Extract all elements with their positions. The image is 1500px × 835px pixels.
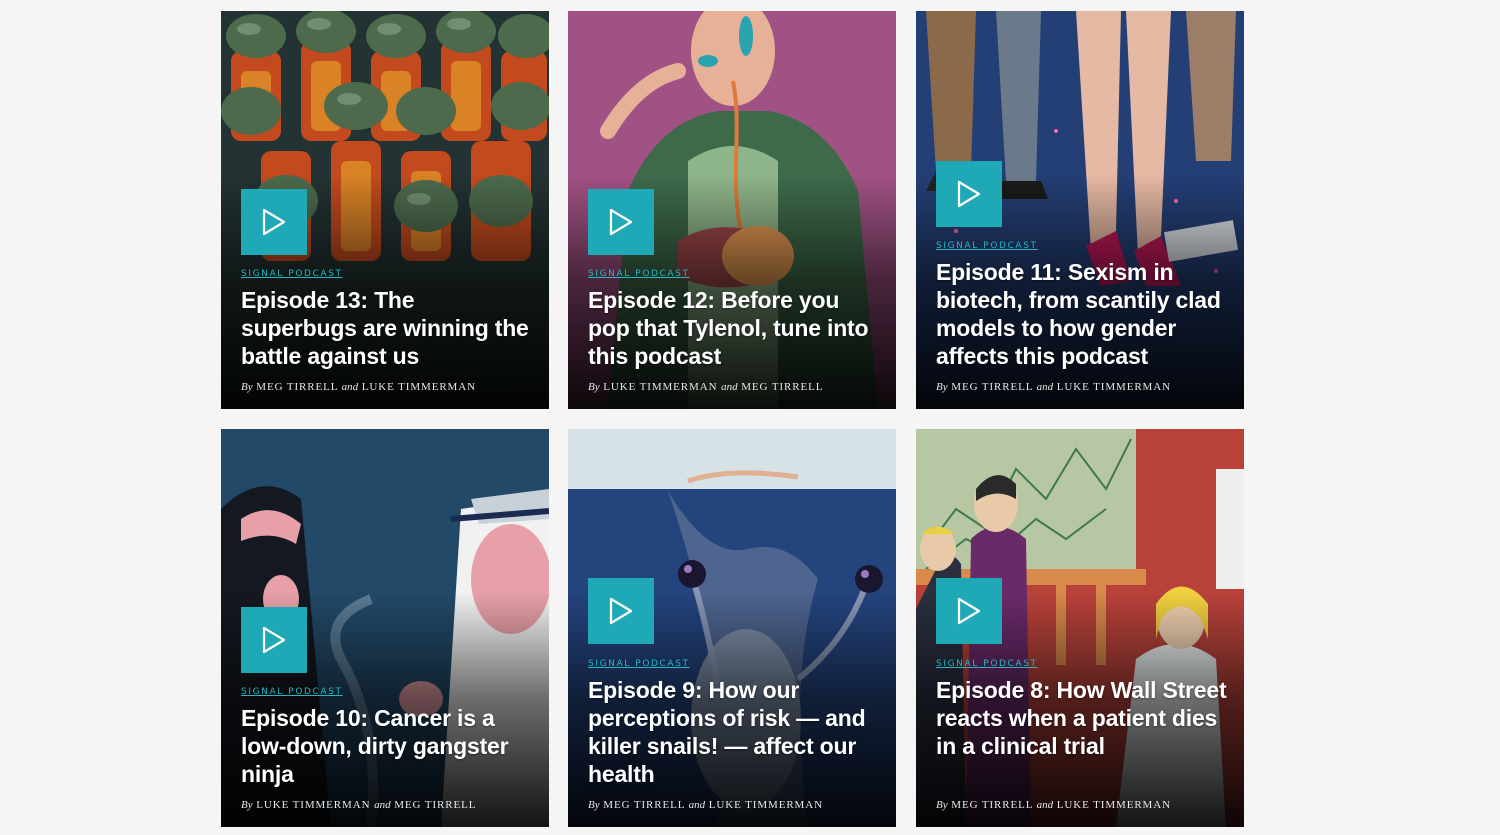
- kicker-label[interactable]: SIGNAL PODCAST: [241, 687, 343, 697]
- byline: By LUKE TIMMERMAN and MEG TIRRELL: [241, 799, 476, 811]
- kicker-label[interactable]: SIGNAL PODCAST: [936, 659, 1038, 669]
- author-name[interactable]: MEG TIRRELL: [741, 381, 823, 393]
- episode-card-13[interactable]: SIGNAL PODCAST Episode 13: The superbugs…: [221, 11, 549, 409]
- byline-and: and: [374, 799, 391, 811]
- episode-title[interactable]: Episode 13: The superbugs are winning th…: [241, 286, 535, 370]
- byline-by: By: [936, 381, 948, 393]
- byline: By MEG TIRRELL and LUKE TIMMERMAN: [936, 799, 1171, 811]
- author-name[interactable]: LUKE TIMMERMAN: [1057, 381, 1171, 393]
- author-name[interactable]: LUKE TIMMERMAN: [362, 381, 476, 393]
- kicker-label[interactable]: SIGNAL PODCAST: [588, 269, 690, 279]
- play-icon: [262, 208, 286, 236]
- play-button[interactable]: [241, 607, 307, 673]
- byline-and: and: [1036, 799, 1054, 811]
- author-name[interactable]: MEG TIRRELL: [951, 799, 1033, 811]
- author-name[interactable]: LUKE TIMMERMAN: [603, 381, 717, 393]
- author-name[interactable]: MEG TIRRELL: [951, 381, 1033, 393]
- byline: By LUKE TIMMERMAN and MEG TIRRELL: [588, 381, 823, 393]
- byline-by: By: [241, 799, 253, 811]
- byline: By MEG TIRRELL and LUKE TIMMERMAN: [588, 799, 823, 811]
- play-icon: [957, 180, 981, 208]
- author-name[interactable]: MEG TIRRELL: [603, 799, 685, 811]
- author-name[interactable]: LUKE TIMMERMAN: [1057, 799, 1171, 811]
- podcast-grid: SIGNAL PODCAST Episode 13: The superbugs…: [0, 0, 1500, 835]
- episode-card-11[interactable]: SIGNAL PODCAST Episode 11: Sexism in bio…: [916, 11, 1244, 409]
- play-button[interactable]: [588, 189, 654, 255]
- play-icon: [957, 597, 981, 625]
- play-icon: [609, 597, 633, 625]
- kicker-label[interactable]: SIGNAL PODCAST: [241, 269, 343, 279]
- episode-card-10[interactable]: SIGNAL PODCAST Episode 10: Cancer is a l…: [221, 429, 549, 827]
- byline: By MEG TIRRELL and LUKE TIMMERMAN: [241, 381, 476, 393]
- byline-by: By: [241, 381, 253, 393]
- author-name[interactable]: MEG TIRRELL: [256, 381, 338, 393]
- episode-card-12[interactable]: SIGNAL PODCAST Episode 12: Before you po…: [568, 11, 896, 409]
- byline-by: By: [588, 799, 600, 811]
- kicker-label[interactable]: SIGNAL PODCAST: [588, 659, 690, 669]
- byline-by: By: [936, 799, 948, 811]
- byline-and: and: [688, 799, 706, 811]
- episode-title[interactable]: Episode 12: Before you pop that Tylenol,…: [588, 286, 882, 370]
- kicker-label[interactable]: SIGNAL PODCAST: [936, 241, 1038, 251]
- author-name[interactable]: MEG TIRRELL: [394, 799, 476, 811]
- play-icon: [609, 208, 633, 236]
- episode-card-8[interactable]: SIGNAL PODCAST Episode 8: How Wall Stree…: [916, 429, 1244, 827]
- byline-and: and: [721, 381, 738, 393]
- author-name[interactable]: LUKE TIMMERMAN: [256, 799, 370, 811]
- episode-card-9[interactable]: SIGNAL PODCAST Episode 9: How our percep…: [568, 429, 896, 827]
- episode-title[interactable]: Episode 8: How Wall Street reacts when a…: [936, 676, 1230, 760]
- byline-and: and: [1036, 381, 1054, 393]
- byline: By MEG TIRRELL and LUKE TIMMERMAN: [936, 381, 1171, 393]
- episode-title[interactable]: Episode 9: How our perceptions of risk —…: [588, 676, 882, 788]
- byline-by: By: [588, 381, 600, 393]
- play-icon: [262, 626, 286, 654]
- episode-title[interactable]: Episode 11: Sexism in biotech, from scan…: [936, 258, 1230, 370]
- play-button[interactable]: [936, 161, 1002, 227]
- byline-and: and: [341, 381, 359, 393]
- play-button[interactable]: [241, 189, 307, 255]
- play-button[interactable]: [936, 578, 1002, 644]
- episode-title[interactable]: Episode 10: Cancer is a low-down, dirty …: [241, 704, 535, 788]
- play-button[interactable]: [588, 578, 654, 644]
- author-name[interactable]: LUKE TIMMERMAN: [709, 799, 823, 811]
